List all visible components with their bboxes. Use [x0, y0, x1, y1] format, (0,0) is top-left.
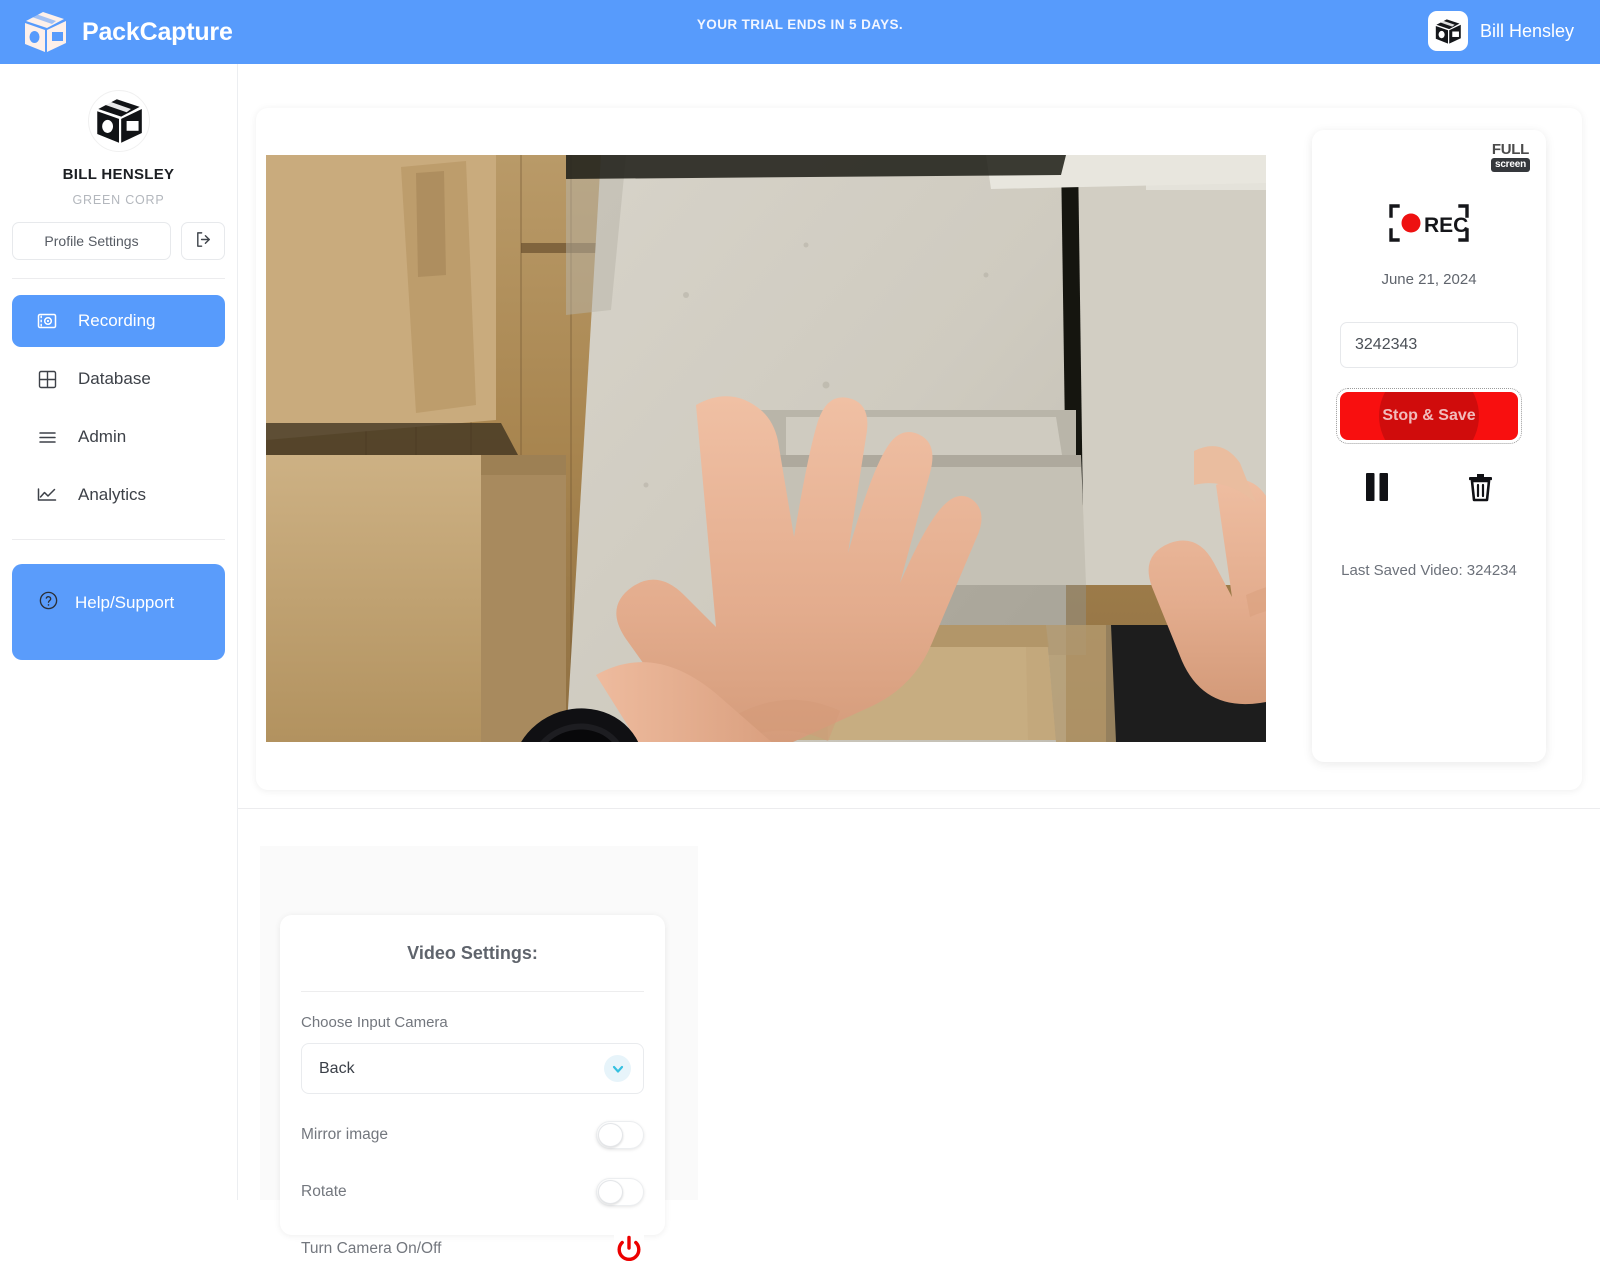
sidebar-item-label: Database [78, 369, 151, 388]
last-saved-video: Last Saved Video: 324234 [1341, 562, 1517, 579]
sidebar: BILL HENSLEY GREEN CORP Profile Settings [0, 64, 238, 1200]
profile-name: BILL HENSLEY [62, 166, 175, 183]
toggle-knob [598, 1180, 623, 1204]
recording-card: FULL screen REC June 21, 2024 3242343 St… [256, 108, 1582, 790]
camera-select[interactable]: Back [301, 1043, 644, 1094]
brand-name: PackCapture [82, 17, 233, 46]
svg-text:REC: REC [1424, 214, 1468, 237]
sidebar-item-label: Analytics [78, 485, 147, 504]
video-settings-rule [301, 991, 644, 992]
top-bar: PackCapture YOUR TRIAL ENDS IN 5 DAYS. B… [0, 0, 1600, 64]
help-support-button[interactable]: Help/Support [12, 564, 225, 660]
avatar [1427, 11, 1468, 51]
mirror-image-row: Mirror image [301, 1119, 644, 1151]
profile-org: GREEN CORP [72, 193, 165, 207]
trial-notice: YOUR TRIAL ENDS IN 5 DAYS. [696, 17, 904, 32]
video-settings-section: Video Settings: Choose Input Camera Back… [260, 846, 698, 1265]
logout-button[interactable] [181, 222, 225, 260]
turn-camera-row: Turn Camera On/Off [301, 1233, 644, 1265]
turn-camera-label: Turn Camera On/Off [301, 1240, 442, 1257]
rotate-row: Rotate [301, 1176, 644, 1208]
camera-select-wrap: Back [301, 1043, 644, 1094]
profile-actions: Profile Settings [12, 222, 225, 260]
choose-input-camera-label: Choose Input Camera [301, 1014, 448, 1031]
package-box-icon [22, 10, 68, 54]
film-camera-icon [36, 310, 58, 332]
mirror-image-label: Mirror image [301, 1126, 388, 1143]
power-icon [616, 1235, 642, 1263]
profile-avatar [87, 90, 150, 152]
sidebar-item-admin[interactable]: Admin [12, 411, 225, 463]
sidebar-item-analytics[interactable]: Analytics [12, 469, 225, 521]
section-separator [238, 808, 1600, 809]
hamburger-lines-icon [36, 426, 58, 448]
rotate-toggle[interactable] [596, 1178, 644, 1206]
sidebar-nav: Recording Database Admin Analytics [0, 295, 237, 521]
fullscreen-label-screen: screen [1490, 158, 1530, 172]
recording-controls-panel: FULL screen REC June 21, 2024 3242343 St… [1312, 130, 1546, 762]
question-circle-icon [38, 590, 59, 616]
delete-button[interactable] [1465, 470, 1496, 504]
rec-icon: REC [1389, 204, 1469, 242]
fullscreen-button[interactable]: FULL screen [1490, 141, 1530, 172]
toggle-knob [598, 1123, 623, 1147]
grid-table-icon [36, 368, 58, 390]
brand[interactable]: PackCapture [22, 10, 233, 54]
video-frame-image [266, 155, 1266, 742]
video-settings-title: Video Settings: [407, 943, 538, 963]
pause-icon [1364, 472, 1390, 502]
sidebar-item-label: Recording [78, 311, 156, 330]
turn-camera-button[interactable] [614, 1233, 644, 1265]
trash-icon [1467, 472, 1494, 502]
user-menu[interactable]: Bill Hensley [1427, 11, 1574, 51]
rotate-label: Rotate [301, 1183, 347, 1200]
mirror-image-toggle[interactable] [596, 1121, 644, 1149]
main-content: FULL screen REC June 21, 2024 3242343 St… [238, 64, 1600, 1265]
sidebar-divider-top [12, 278, 225, 279]
recording-date: June 21, 2024 [1381, 271, 1477, 288]
stop-and-save-label: Stop & Save [1382, 407, 1476, 424]
fullscreen-label-full: FULL [1491, 141, 1530, 158]
video-id-input[interactable] [1340, 322, 1518, 368]
stop-and-save-button[interactable]: Stop & Save [1336, 388, 1522, 444]
help-support-label: Help/Support [75, 593, 175, 612]
user-name: Bill Hensley [1479, 20, 1574, 41]
line-chart-icon [36, 484, 58, 506]
media-buttons [1340, 470, 1518, 504]
logout-icon [194, 230, 213, 252]
video-preview[interactable] [266, 155, 1266, 742]
sidebar-divider-bottom [12, 539, 225, 540]
profile-settings-button[interactable]: Profile Settings [12, 222, 171, 260]
sidebar-item-label: Admin [78, 427, 127, 446]
rec-indicator: REC [1312, 202, 1546, 244]
sidebar-item-recording[interactable]: Recording [12, 295, 225, 347]
pause-button[interactable] [1362, 470, 1392, 504]
sidebar-item-database[interactable]: Database [12, 353, 225, 405]
video-settings-card: Video Settings: Choose Input Camera Back… [280, 915, 665, 1265]
